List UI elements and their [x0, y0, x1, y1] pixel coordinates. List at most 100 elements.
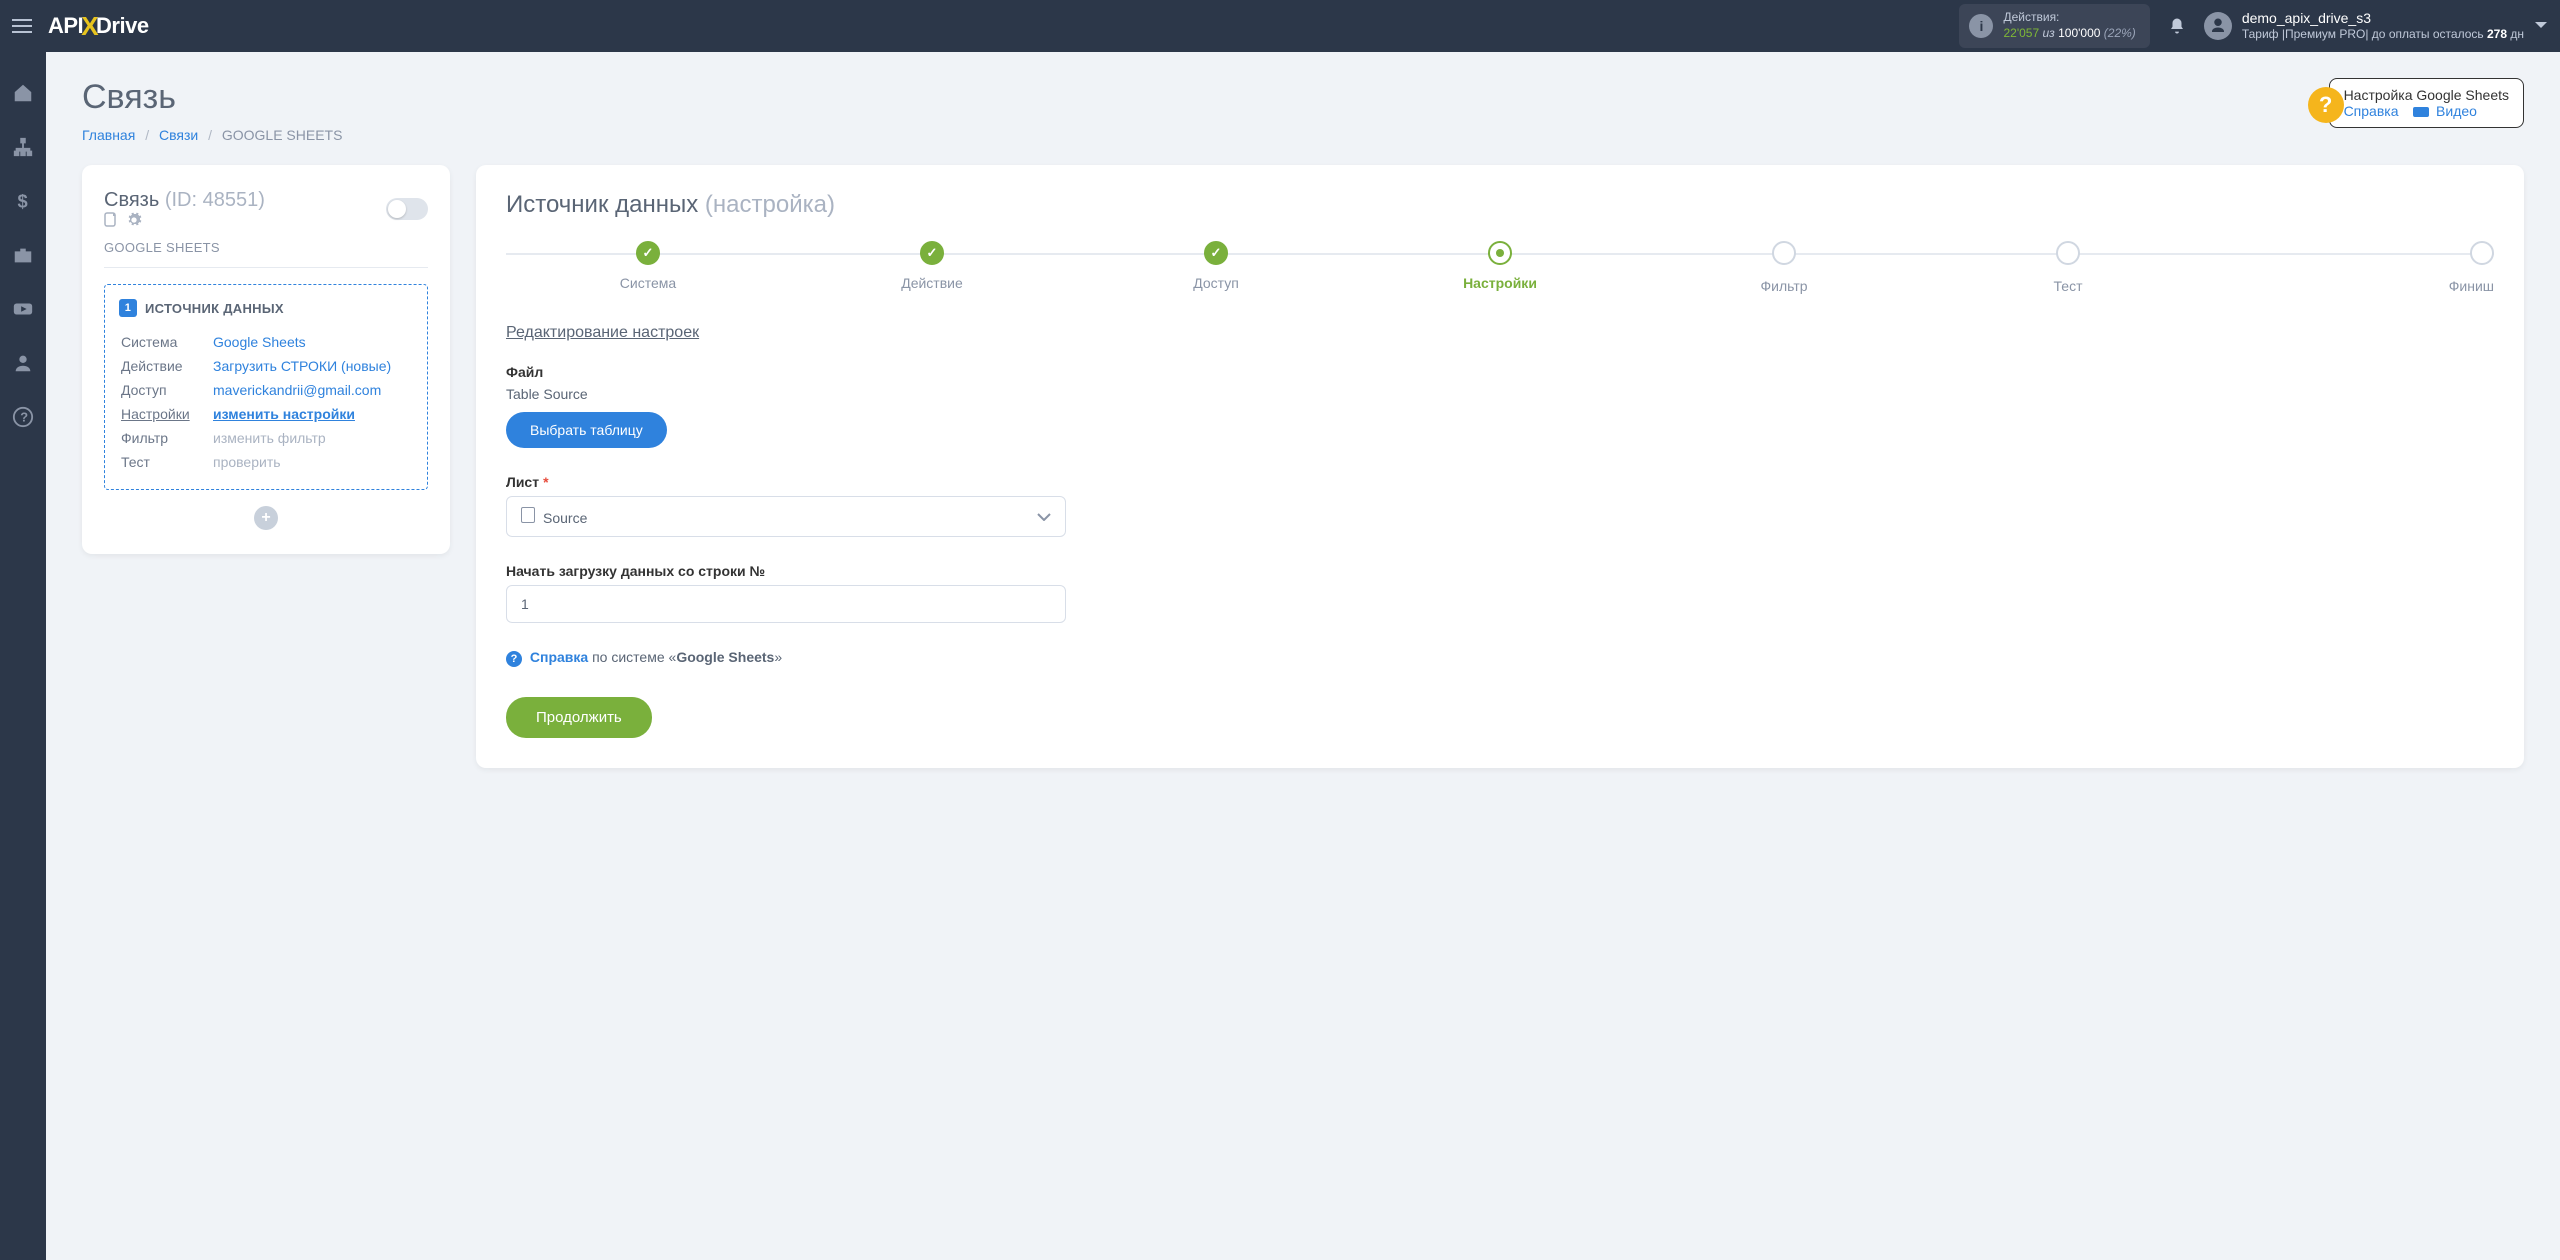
actions-text: Действия: 22'057 из 100'000 (22%) — [2003, 10, 2135, 41]
settings-card: Источник данных (настройка) Система Дейс… — [476, 165, 2524, 768]
chevron-down-icon[interactable] — [2534, 21, 2548, 31]
row-label: Начать загрузку данных со строки № — [506, 563, 1066, 579]
source-head-label: ИСТОЧНИК ДАННЫХ — [145, 301, 284, 316]
gear-icon[interactable] — [126, 212, 142, 228]
topbar: API X Drive i Действия: 22'057 из 100'00… — [0, 0, 2560, 52]
settings-title: Источник данных (настройка) — [506, 191, 2494, 219]
connection-card: Связь (ID: 48551) GOOGLE SHEE — [82, 165, 450, 554]
video-icon — [2413, 107, 2429, 117]
username: demo_apix_drive_s3 — [2242, 9, 2524, 27]
help-ref-link[interactable]: Справка — [2344, 103, 2399, 119]
tariff-text: Тариф |Премиум PRO| до оплаты осталось — [2242, 27, 2484, 41]
user-menu[interactable]: demo_apix_drive_s3 Тариф |Премиум PRO| д… — [2204, 9, 2524, 43]
sheet-select[interactable]: Source — [506, 496, 1066, 537]
help-title: Настройка Google Sheets — [2344, 87, 2509, 103]
youtube-icon[interactable] — [12, 298, 34, 320]
step-action[interactable]: Действие — [790, 241, 1074, 291]
actions-counter[interactable]: i Действия: 22'057 из 100'000 (22%) — [1959, 4, 2149, 47]
info-icon: i — [1969, 14, 1993, 38]
briefcase-icon[interactable] — [12, 244, 34, 266]
dollar-icon[interactable]: $ — [12, 190, 34, 212]
step-access[interactable]: Доступ — [1074, 241, 1358, 291]
actions-of: из — [2043, 26, 2055, 40]
tariff-suffix: дн — [2510, 27, 2524, 41]
help-inline-icon: ? — [506, 651, 522, 667]
breadcrumb: Главная / Связи / GOOGLE SHEETS — [82, 127, 342, 143]
sidebar: $ ? — [0, 52, 46, 1260]
chevron-down-icon — [1037, 513, 1051, 521]
enable-toggle[interactable] — [386, 198, 428, 220]
continue-button[interactable]: Продолжить — [506, 697, 652, 738]
access-link[interactable]: maverickandrii@gmail.com — [213, 382, 381, 398]
source-head: 1 ИСТОЧНИК ДАННЫХ — [119, 299, 413, 317]
svg-text:$: $ — [18, 190, 28, 211]
row-label: Тест — [121, 451, 211, 473]
row-test: Тест проверить — [121, 451, 411, 473]
tariff-days: 278 — [2487, 27, 2507, 41]
avatar-icon — [2204, 12, 2232, 40]
settings-link[interactable]: изменить настройки — [213, 406, 355, 422]
step-system[interactable]: Система — [506, 241, 790, 291]
sheet-label: Лист* — [506, 474, 1066, 490]
sitemap-icon[interactable] — [12, 136, 34, 158]
stepper: Система Действие Доступ Настройки Фильтр… — [506, 241, 2494, 294]
file-value: Table Source — [506, 386, 1066, 402]
home-icon[interactable] — [12, 82, 34, 104]
question-icon[interactable]: ? — [2308, 87, 2344, 123]
step-filter[interactable]: Фильтр — [1642, 241, 1926, 294]
copy-icon[interactable] — [104, 212, 118, 228]
step-finish[interactable]: Финиш — [2210, 241, 2494, 294]
page-title: Связь — [82, 78, 342, 117]
actions-total: 100'000 — [2058, 26, 2100, 40]
logo-pre: API — [48, 13, 83, 39]
step-settings[interactable]: Настройки — [1358, 241, 1642, 291]
row-access: Доступ maverickandrii@gmail.com — [121, 379, 411, 401]
connection-id: (ID: 48551) — [165, 189, 265, 211]
file-label: Файл — [506, 364, 1066, 380]
row-label: Доступ — [121, 379, 211, 401]
row-system: Система Google Sheets — [121, 331, 411, 353]
row-filter: Фильтр изменить фильтр — [121, 427, 411, 449]
field-sheet: Лист* Source — [506, 474, 1066, 537]
bell-icon[interactable] — [2168, 16, 2186, 36]
row-settings: Настройки изменить настройки — [121, 403, 411, 425]
breadcrumb-links[interactable]: Связи — [159, 127, 198, 143]
connection-sub: GOOGLE SHEETS — [104, 240, 428, 268]
source-box: 1 ИСТОЧНИК ДАННЫХ Система Google Sheets … — [104, 284, 428, 490]
actions-label: Действия: — [2003, 10, 2135, 26]
breadcrumb-current: GOOGLE SHEETS — [222, 127, 343, 143]
main: Связь Главная / Связи / GOOGLE SHEETS ? … — [46, 52, 2560, 1260]
row-label: Действие — [121, 355, 211, 377]
field-file: Файл Table Source Выбрать таблицу — [506, 364, 1066, 448]
connection-title: Связь (ID: 48551) — [104, 189, 265, 228]
file-icon — [521, 507, 535, 523]
system-link[interactable]: Google Sheets — [213, 334, 306, 350]
row-action: Действие Загрузить СТРОКИ (новые) — [121, 355, 411, 377]
start-row-input[interactable] — [506, 585, 1066, 623]
logo[interactable]: API X Drive — [48, 11, 149, 42]
menu-icon[interactable] — [12, 19, 32, 33]
logo-post: Drive — [96, 13, 149, 39]
step-test[interactable]: Тест — [1926, 241, 2210, 294]
svg-text:?: ? — [20, 410, 28, 425]
section-title: Редактирование настроек — [506, 324, 2494, 342]
help-icon[interactable]: ? — [12, 406, 34, 428]
breadcrumb-home[interactable]: Главная — [82, 127, 135, 143]
action-link[interactable]: Загрузить СТРОКИ (новые) — [213, 358, 391, 374]
actions-count: 22'057 — [2003, 26, 2039, 40]
field-start-row: Начать загрузку данных со строки № — [506, 563, 1066, 623]
help-video-link[interactable]: Видео — [2436, 103, 2477, 119]
settings-title-sub: (настройка) — [705, 191, 835, 218]
help-inline-link[interactable]: Справка — [530, 649, 588, 665]
sheet-value: Source — [543, 510, 587, 526]
row-label: Фильтр — [121, 427, 211, 449]
user-icon[interactable] — [12, 352, 34, 374]
choose-table-button[interactable]: Выбрать таблицу — [506, 412, 667, 448]
filter-link[interactable]: изменить фильтр — [213, 430, 326, 446]
help-line: ? Справка по системе «Google Sheets» — [506, 649, 2494, 667]
actions-pct: (22%) — [2104, 26, 2136, 40]
add-destination-button[interactable]: + — [254, 506, 278, 530]
row-label: Настройки — [121, 403, 211, 425]
test-link[interactable]: проверить — [213, 454, 281, 470]
help-system-name: Google Sheets — [676, 649, 774, 665]
